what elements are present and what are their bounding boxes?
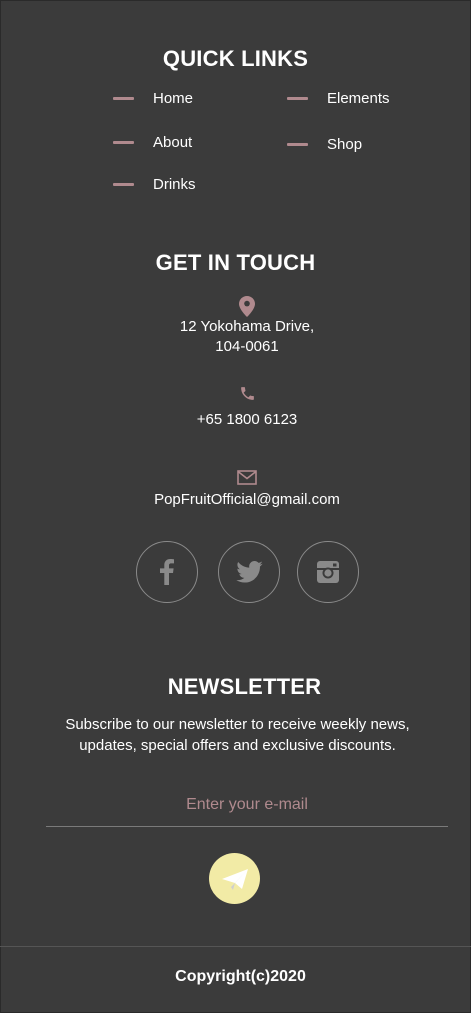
quick-link-label: Drinks — [153, 175, 196, 193]
footer-divider — [0, 946, 471, 947]
twitter-button[interactable] — [218, 541, 280, 603]
quick-links-title: QUICK LINKS — [162, 46, 309, 71]
email-input[interactable] — [46, 784, 448, 827]
quick-link-label: Elements — [327, 89, 390, 107]
email-address[interactable]: PopFruitOfficial@gmail.com — [0, 490, 471, 510]
newsletter-description: Subscribe to our newsletter to receive w… — [40, 714, 435, 756]
newsletter-desc-line-2: updates, special offers and exclusive di… — [79, 737, 396, 754]
instagram-button[interactable] — [297, 541, 359, 603]
get-in-touch-title: GET IN TOUCH — [155, 250, 316, 275]
facebook-icon — [160, 559, 174, 585]
quick-link-shop[interactable]: Shop — [287, 134, 362, 154]
phone-number[interactable]: +65 1800 6123 — [0, 410, 471, 430]
paper-plane-icon — [221, 868, 248, 890]
address-line-1: 12 Yokohama Drive, — [179, 318, 315, 335]
quick-link-drinks[interactable]: Drinks — [113, 174, 196, 194]
location-pin-icon — [239, 296, 255, 317]
quick-link-elements[interactable]: Elements — [287, 88, 390, 108]
twitter-icon — [235, 561, 263, 583]
dash-icon — [113, 182, 134, 186]
quick-link-about[interactable]: About — [113, 132, 192, 152]
newsletter-desc-line-1: Subscribe to our newsletter to receive w… — [65, 716, 410, 733]
newsletter-title: NEWSLETTER — [167, 674, 322, 699]
instagram-icon — [317, 561, 339, 583]
phone-icon — [241, 387, 254, 400]
mail-icon — [237, 470, 257, 485]
send-button[interactable] — [209, 853, 260, 904]
address-line-2: 104-0061 — [215, 338, 279, 355]
quick-link-home[interactable]: Home — [113, 88, 193, 108]
quick-link-label: Home — [153, 89, 194, 107]
copyright-text: Copyright(c)2020 — [175, 968, 306, 985]
quick-link-label: Shop — [327, 135, 363, 153]
dash-icon — [287, 96, 308, 100]
dash-icon — [287, 142, 308, 146]
dash-icon — [113, 140, 134, 144]
quick-link-label: About — [153, 133, 193, 151]
dash-icon — [113, 96, 134, 100]
facebook-button[interactable] — [136, 541, 198, 603]
